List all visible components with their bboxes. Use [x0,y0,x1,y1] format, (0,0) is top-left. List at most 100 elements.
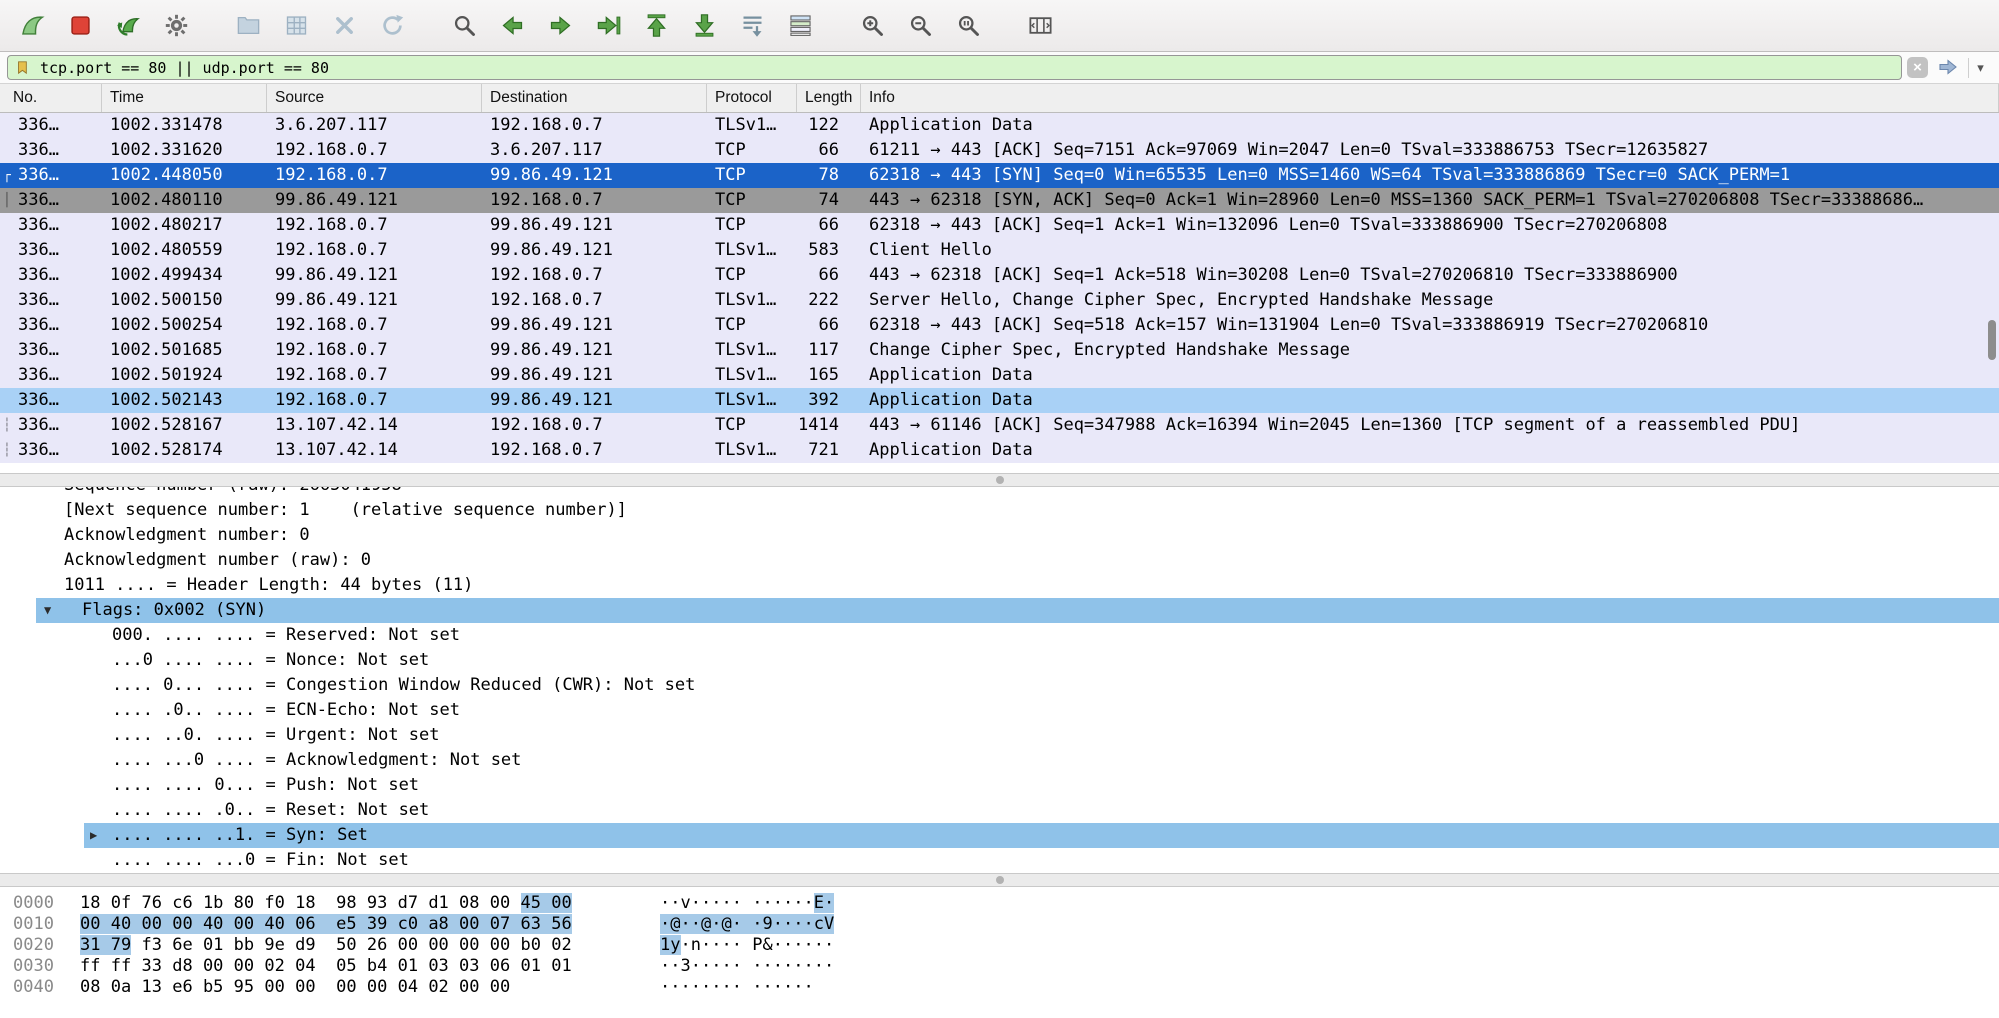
zoom-out-button[interactable] [896,6,944,46]
expander-closed-icon[interactable]: ▶ [90,823,97,848]
hex-row[interactable]: 004008 0a 13 e6 b5 95 00 00 00 00 04 02 … [0,977,1999,998]
start-capture-button[interactable] [8,6,56,46]
hex-bytes: ff ff 33 d8 00 00 02 04 05 b4 01 03 03 0… [80,956,660,977]
capture-options-icon [163,12,190,39]
vertical-scrollbar-thumb[interactable] [1988,320,1996,360]
auto-scroll-icon [739,12,766,39]
display-filter-field[interactable] [7,55,1902,80]
column-header-source[interactable]: Source [267,84,482,112]
conversation-marker: │ [3,188,11,213]
detail-line[interactable]: Acknowledgment number: 0 [0,523,1999,548]
auto-scroll-button[interactable] [728,6,776,46]
packet-row[interactable]: 336…1002.331620192.168.0.73.6.207.117TCP… [0,138,1999,163]
filter-clear-button[interactable]: × [1907,57,1928,78]
packet-row[interactable]: 336…1002.501685192.168.0.799.86.49.121TL… [0,338,1999,363]
detail-line[interactable]: .... .... 0... = Push: Not set [0,773,1999,798]
hex-ascii: ··3····· ········ [660,956,834,976]
hex-row[interactable]: 001000 40 00 00 40 00 40 06 e5 39 c0 a8 … [0,914,1999,935]
filter-dropdown-button[interactable]: ▾ [1968,58,1992,78]
detail-line[interactable]: .... .0.. .... = ECN-Echo: Not set [0,698,1999,723]
last-packet-button[interactable] [680,6,728,46]
detail-line[interactable]: 000. .... .... = Reserved: Not set [0,623,1999,648]
reload-file-button [368,6,416,46]
filter-apply-button[interactable] [1933,55,1963,81]
hex-row[interactable]: 0030ff ff 33 d8 00 00 02 04 05 b4 01 03 … [0,956,1999,977]
zoom-reset-icon [955,12,982,39]
open-file-icon [235,12,262,39]
detail-line[interactable]: .... ...0 .... = Acknowledgment: Not set [0,748,1999,773]
find-packet-button[interactable] [440,6,488,46]
hex-offset: 0010 [0,914,80,935]
restart-capture-icon [115,12,142,39]
detail-line[interactable]: Sequence number (raw): 2665041958 [0,487,1999,498]
expander-open-icon[interactable]: ▼ [44,598,51,623]
column-header-protocol[interactable]: Protocol [707,84,797,112]
hex-bytes: 08 0a 13 e6 b5 95 00 00 00 00 04 02 00 0… [80,977,660,998]
detail-line[interactable]: .... .... .0.. = Reset: Not set [0,798,1999,823]
hex-row[interactable]: 002031 79 f3 6e 01 bb 9e d9 50 26 00 00 … [0,935,1999,956]
hex-ascii: ·@··@·@· ·9····cV [660,914,834,934]
column-header-no[interactable]: No. [0,84,102,112]
detail-line[interactable]: .... ..0. .... = Urgent: Not set [0,723,1999,748]
close-file-button [320,6,368,46]
detail-line[interactable]: [Next sequence number: 1 (relative seque… [0,498,1999,523]
restart-capture-button[interactable] [104,6,152,46]
pane-splitter-bottom[interactable] [0,873,1999,887]
go-to-packet-button[interactable] [584,6,632,46]
filter-bar: × ▾ [0,52,1999,84]
detail-line[interactable]: 1011 .... = Header Length: 44 bytes (11) [0,573,1999,598]
column-header-info[interactable]: Info [861,84,1999,112]
first-packet-button[interactable] [632,6,680,46]
detail-line[interactable]: ▼Flags: 0x002 (SYN) [0,598,1999,623]
hex-bytes: 31 79 f3 6e 01 bb 9e d9 50 26 00 00 00 0… [80,935,660,956]
packet-row[interactable]: ┆336…1002.52817413.107.42.14192.168.0.7T… [0,438,1999,463]
detail-line[interactable]: ▶.... .... ..1. = Syn: Set [0,823,1999,848]
packet-row[interactable]: 336…1002.500254192.168.0.799.86.49.121TC… [0,313,1999,338]
packet-row[interactable]: 336…1002.480559192.168.0.799.86.49.121TL… [0,238,1999,263]
zoom-in-button[interactable] [848,6,896,46]
pane-splitter-top[interactable] [0,473,1999,487]
packet-list-header: No.TimeSourceDestinationProtocolLengthIn… [0,84,1999,113]
stop-capture-button[interactable] [56,6,104,46]
packet-bytes-pane: 000018 0f 76 c6 1b 80 f0 18 98 93 d7 d1 … [0,887,1999,1018]
packet-row[interactable]: 336…1002.50015099.86.49.121192.168.0.7TL… [0,288,1999,313]
apply-arrow-icon [1936,55,1960,79]
packet-row[interactable]: ┆336…1002.52816713.107.42.14192.168.0.7T… [0,413,1999,438]
column-header-length[interactable]: Length [797,84,861,112]
detail-line[interactable]: .... .... ...0 = Fin: Not set [0,848,1999,873]
display-filter-input[interactable] [34,59,1897,77]
detail-line[interactable]: .... 0... .... = Congestion Window Reduc… [0,673,1999,698]
packet-row[interactable]: │336…1002.48011099.86.49.121192.168.0.7T… [0,188,1999,213]
packet-row[interactable]: 336…1002.480217192.168.0.799.86.49.121TC… [0,213,1999,238]
go-back-button[interactable] [488,6,536,46]
packet-list-pane: 336…1002.3314783.6.207.117192.168.0.7TLS… [0,113,1999,468]
detail-line[interactable]: ...0 .... .... = Nonce: Not set [0,648,1999,673]
hex-ascii: ··v····· ······E· [660,893,834,913]
packet-row[interactable]: 336…1002.49943499.86.49.121192.168.0.7TC… [0,263,1999,288]
stop-capture-icon [67,12,94,39]
hex-row[interactable]: 000018 0f 76 c6 1b 80 f0 18 98 93 d7 d1 … [0,893,1999,914]
column-header-time[interactable]: Time [102,84,267,112]
main-toolbar [0,0,1999,52]
packet-row[interactable]: ┌336…1002.448050192.168.0.799.86.49.121T… [0,163,1999,188]
packet-row[interactable]: 336…1002.3314783.6.207.117192.168.0.7TLS… [0,113,1999,138]
zoom-reset-button[interactable] [944,6,992,46]
conversation-marker: ┌ [3,163,11,188]
hex-ascii: 1y·n···· P&······ [660,935,834,955]
go-back-icon [499,12,526,39]
packet-row[interactable]: 336…1002.502143192.168.0.799.86.49.121TL… [0,388,1999,413]
packet-row[interactable]: 336…1002.501924192.168.0.799.86.49.121TL… [0,363,1999,388]
reload-file-icon [379,12,406,39]
packet-detail-pane: Sequence number (raw): 2665041958[Next s… [0,487,1999,873]
column-header-destination[interactable]: Destination [482,84,707,112]
resize-columns-icon [1027,12,1054,39]
colorize-button[interactable] [776,6,824,46]
open-file-button [224,6,272,46]
close-file-icon [331,12,358,39]
detail-line[interactable]: Acknowledgment number (raw): 0 [0,548,1999,573]
capture-options-button[interactable] [152,6,200,46]
hex-bytes: 18 0f 76 c6 1b 80 f0 18 98 93 d7 d1 08 0… [80,893,660,914]
resize-columns-button[interactable] [1016,6,1064,46]
filter-bookmark-icon[interactable] [12,58,34,78]
go-forward-button[interactable] [536,6,584,46]
